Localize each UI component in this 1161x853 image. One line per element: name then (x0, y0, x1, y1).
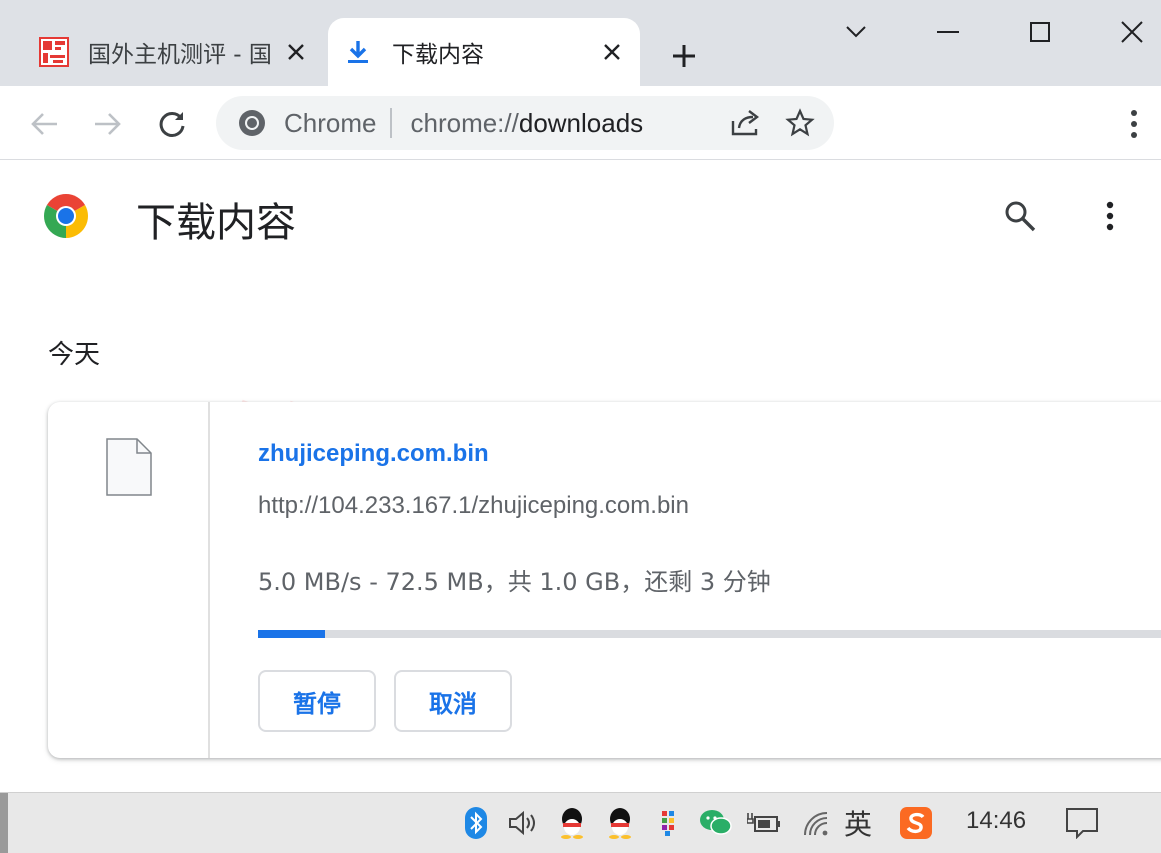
taskbar-edge (0, 793, 8, 853)
battery-charging-icon[interactable] (746, 805, 782, 841)
share-icon[interactable] (726, 103, 766, 143)
file-source-url: http://104.233.167.1/zhujiceping.com.bin (258, 492, 689, 519)
site-logo-icon (38, 36, 70, 68)
file-icon (106, 438, 152, 496)
page-title: 下载内容 (136, 200, 296, 246)
card-divider (208, 402, 210, 758)
tab-title: 国外主机测评 - 国 (88, 42, 272, 68)
maximize-button[interactable] (1020, 14, 1060, 50)
download-progress-bar (258, 630, 1161, 638)
close-window-button[interactable] (1112, 14, 1152, 50)
minimize-button[interactable] (928, 14, 968, 50)
search-icon[interactable] (1000, 196, 1040, 236)
new-tab-button[interactable] (666, 38, 702, 74)
progress-fill (258, 630, 326, 638)
clock: 14:46 (966, 807, 1027, 834)
bookmark-star-icon[interactable] (780, 103, 820, 143)
reload-button[interactable] (152, 104, 192, 144)
qq-icon[interactable] (554, 805, 590, 841)
download-status: 5.0 MB/s - 72.5 MB，共 1.0 GB，还剩 3 分钟 (258, 568, 771, 596)
omnibox-chip: Chrome (284, 107, 377, 138)
wechat-icon[interactable] (698, 805, 734, 841)
url-path: downloads (518, 107, 644, 138)
omnibox-separator (390, 108, 393, 138)
back-button[interactable] (24, 104, 64, 144)
tab-zhujiceping[interactable]: 国外主机测评 - 国 (24, 18, 324, 86)
download-icon (342, 36, 374, 68)
qq-icon[interactable] (602, 805, 638, 841)
notification-icon[interactable] (1064, 805, 1100, 841)
chrome-icon (236, 107, 268, 139)
sogou-input-icon[interactable] (898, 805, 934, 841)
omnibox-url[interactable]: chrome://downloads (410, 108, 726, 139)
pause-button[interactable]: 暂停 (258, 670, 376, 732)
close-tab-icon[interactable] (282, 38, 310, 66)
section-date-header: 今天 (48, 340, 101, 370)
forward-button[interactable] (88, 104, 128, 144)
cancel-button[interactable]: 取消 (394, 670, 512, 732)
bluetooth-icon[interactable] (458, 805, 494, 841)
color-dots-app-icon[interactable] (650, 805, 686, 841)
volume-icon[interactable] (506, 805, 542, 841)
os-taskbar: 英 14:46 (0, 792, 1161, 853)
tab-search-button[interactable] (836, 14, 876, 50)
close-tab-icon[interactable] (598, 38, 626, 66)
chrome-logo-icon (42, 192, 90, 240)
tab-downloads[interactable]: 下载内容 (328, 18, 640, 86)
more-options-icon[interactable] (1092, 196, 1128, 236)
download-item-card: zhujiceping.com.bin http://104.233.167.1… (48, 402, 1161, 758)
omnibox[interactable]: Chrome chrome://downloads (216, 96, 834, 150)
url-scheme: chrome:// (410, 107, 519, 138)
ime-mode-indicator[interactable]: 英 (840, 805, 876, 841)
tab-title: 下载内容 (392, 42, 484, 68)
wifi-icon[interactable] (798, 805, 834, 841)
tab-strip: 国外主机测评 - 国 下载内容 (0, 0, 1161, 86)
browser-menu-icon[interactable] (1118, 106, 1150, 142)
ime-label: 英 (843, 808, 872, 841)
toolbar: Chrome chrome://downloads (0, 86, 1161, 160)
file-name-link[interactable]: zhujiceping.com.bin (258, 440, 489, 468)
